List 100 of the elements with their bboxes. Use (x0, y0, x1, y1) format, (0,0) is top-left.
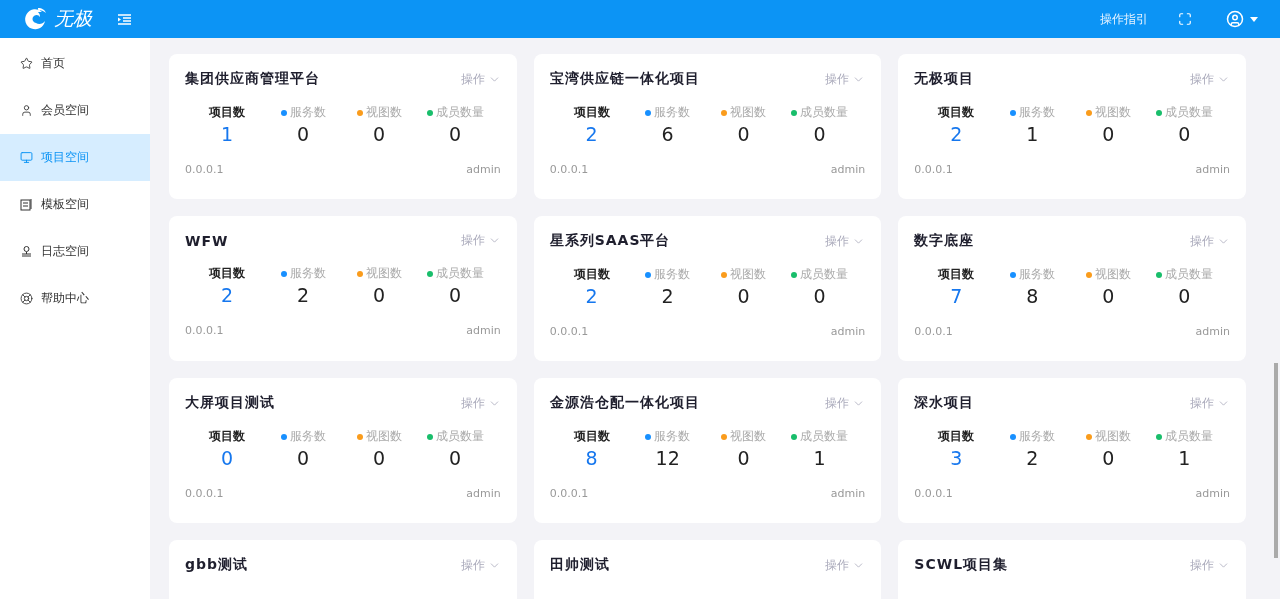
stat-label: 项目数 (938, 428, 975, 445)
stat-value: 2 (660, 285, 675, 307)
avatar-icon[interactable] (1226, 10, 1244, 28)
stat-value: 0 (295, 447, 311, 469)
project-title: 数字底座 (914, 232, 975, 250)
action-dropdown[interactable]: 操作 (825, 394, 866, 412)
project-card[interactable]: 集团供应商管理平台 操作 项目数 服务数 视图数 成员数量 1 0 0 0 0.0.0.1 admin (169, 54, 517, 199)
project-card[interactable]: 星系列SAAS平台 操作 项目数 服务数 视图数 成员数量 2 2 0 0 0.0.0.1 admin (533, 216, 882, 361)
stat-label: 成员数量 (800, 266, 849, 283)
owner-text: admin (466, 324, 501, 337)
stat-value: 0 (371, 447, 387, 469)
action-dropdown[interactable]: 操作 (825, 70, 866, 88)
stat-value[interactable]: 2 (553, 123, 630, 145)
stat-value[interactable]: 2 (553, 285, 630, 307)
guide-link[interactable]: 操作指引 (1100, 10, 1148, 28)
stat-label: 服务数 (289, 265, 326, 282)
logo-icon (22, 6, 48, 32)
owner-text: admin (830, 163, 866, 176)
project-title: WFW (185, 232, 229, 249)
project-title: 大屏项目测试 (185, 394, 275, 412)
monitor-icon (20, 151, 33, 164)
project-title: SCWL项目集 (914, 556, 1009, 574)
owner-text: admin (830, 325, 866, 338)
sidebar-item[interactable]: 模板空间 (0, 181, 150, 228)
stat-value[interactable]: 2 (189, 284, 265, 306)
stat-value: 0 (371, 284, 387, 306)
project-card[interactable]: 无极项目 操作 项目数 服务数 视图数 成员数量 2 1 0 0 0.0.0.1 admin (898, 54, 1246, 199)
menu-toggle-icon[interactable] (118, 13, 131, 25)
stat-label: 成员数量 (800, 104, 849, 121)
stat-label: 服务数 (1018, 266, 1055, 283)
sidebar-label: 帮助中心 (41, 290, 89, 307)
sidebar-label: 会员空间 (41, 102, 89, 119)
sidebar-item[interactable]: 项目空间 (0, 134, 150, 181)
stat-value[interactable]: 2 (918, 123, 995, 145)
sidebar-item[interactable]: 首页 (0, 40, 150, 87)
stat-value: 0 (447, 123, 463, 145)
stat-value[interactable]: 7 (918, 285, 995, 307)
stat-value: 12 (654, 447, 681, 469)
owner-text: admin (1195, 325, 1230, 338)
sidebar-item[interactable]: 帮助中心 (0, 275, 150, 322)
version-text: 0.0.0.1 (549, 487, 589, 500)
stat-value: 0 (736, 285, 751, 307)
stat-value: 1 (1177, 447, 1192, 469)
document-icon (20, 198, 33, 211)
project-card[interactable]: 深水项目 操作 项目数 服务数 视图数 成员数量 3 2 0 1 0.0.0.1 admin (898, 378, 1246, 523)
stat-label: 项目数 (573, 266, 610, 283)
sidebar-item[interactable]: 会员空间 (0, 87, 150, 134)
stat-value: 0 (1177, 123, 1192, 145)
action-dropdown[interactable]: 操作 (1190, 556, 1230, 574)
project-card[interactable]: 大屏项目测试 操作 项目数 服务数 视图数 成员数量 0 0 0 0 0.0.0.1 admin (169, 378, 517, 523)
stat-label: 视图数 (365, 265, 402, 282)
stat-label: 视图数 (365, 428, 402, 445)
sidebar-label: 首页 (41, 55, 65, 72)
action-dropdown[interactable]: 操作 (460, 232, 501, 249)
logo-text: 无极 (54, 6, 92, 31)
owner-text: admin (1195, 487, 1230, 500)
stat-label: 项目数 (573, 104, 610, 121)
project-card[interactable]: 金源浩仓配一体化项目 操作 项目数 服务数 视图数 成员数量 8 12 0 1 0.0.0.1 admin (533, 378, 882, 523)
action-dropdown[interactable]: 操作 (460, 394, 501, 412)
stat-label: 视图数 (1094, 104, 1131, 121)
sidebar-item[interactable]: 日志空间 (0, 228, 150, 275)
stat-value: 1 (812, 447, 827, 469)
action-dropdown[interactable]: 操作 (460, 70, 501, 88)
stat-value[interactable]: 8 (553, 447, 630, 469)
project-title: 深水项目 (914, 394, 975, 412)
project-card[interactable]: 田帅测试 操作 (533, 540, 882, 599)
stat-value[interactable]: 0 (189, 447, 265, 469)
stat-label: 项目数 (209, 265, 245, 282)
project-card[interactable]: gbb测试 操作 (169, 540, 517, 599)
owner-text: admin (466, 487, 501, 500)
stat-label: 服务数 (289, 104, 326, 121)
fullscreen-icon[interactable] (1178, 12, 1192, 26)
stat-label: 项目数 (209, 428, 245, 445)
version-text: 0.0.0.1 (914, 163, 953, 176)
stat-label: 成员数量 (1164, 428, 1213, 445)
version-text: 0.0.0.1 (185, 163, 224, 176)
version-text: 0.0.0.1 (549, 163, 589, 176)
project-card[interactable]: WFW 操作 项目数 服务数 视图数 成员数量 2 2 0 0 0.0.0.1 admin (169, 216, 517, 361)
project-card[interactable]: 数字底座 操作 项目数 服务数 视图数 成员数量 7 8 0 0 0.0.0.1 admin (898, 216, 1246, 361)
scrollbar[interactable] (1274, 363, 1278, 558)
action-dropdown[interactable]: 操作 (825, 232, 866, 250)
stat-label: 成员数量 (800, 428, 849, 445)
stat-value: 2 (1025, 447, 1040, 469)
project-card[interactable]: SCWL项目集 操作 (898, 540, 1246, 599)
stat-label: 视图数 (1094, 266, 1131, 283)
action-dropdown[interactable]: 操作 (1190, 70, 1230, 88)
action-dropdown[interactable]: 操作 (460, 556, 501, 574)
action-dropdown[interactable]: 操作 (1190, 394, 1230, 412)
stat-label: 服务数 (1018, 428, 1055, 445)
project-card[interactable]: 宝湾供应链一体化项目 操作 项目数 服务数 视图数 成员数量 2 6 0 0 0.0.0.1 admin (533, 54, 882, 199)
action-dropdown[interactable]: 操作 (1190, 232, 1230, 250)
stat-value: 0 (447, 447, 463, 469)
caret-icon[interactable] (1250, 16, 1258, 22)
stat-value: 0 (812, 285, 827, 307)
stat-value[interactable]: 1 (189, 123, 265, 145)
stat-value: 0 (1101, 123, 1116, 145)
stat-label: 服务数 (654, 104, 691, 121)
stat-label: 视图数 (1094, 428, 1131, 445)
action-dropdown[interactable]: 操作 (825, 556, 866, 574)
stat-value[interactable]: 3 (918, 447, 995, 469)
